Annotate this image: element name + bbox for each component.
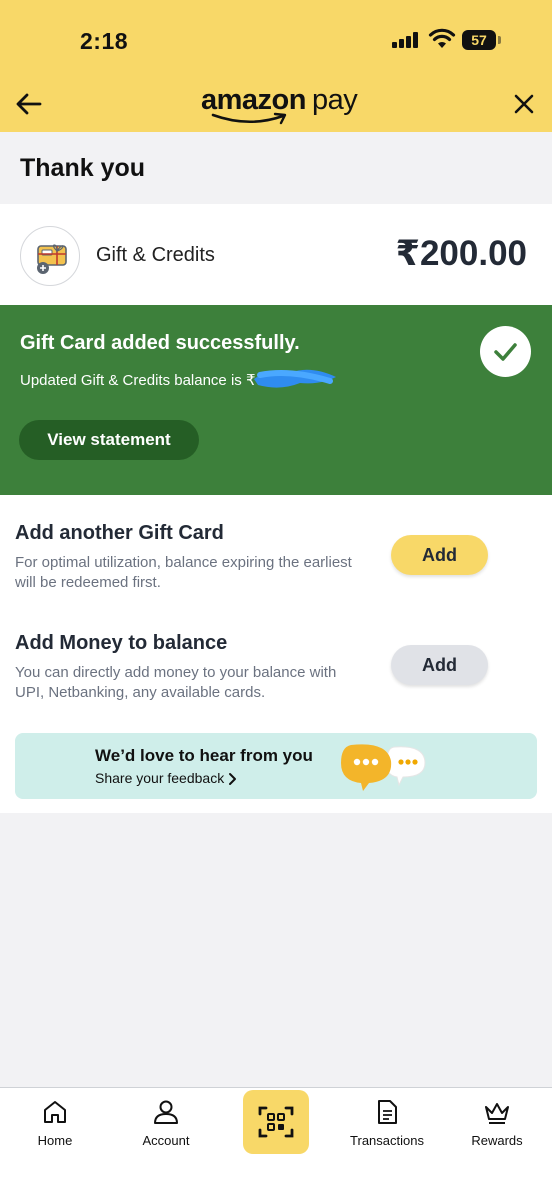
page-title: Thank you [20, 154, 146, 182]
user-icon [154, 1100, 178, 1124]
nav-home[interactable]: Home [0, 1088, 110, 1168]
add-gift-card-button[interactable]: Add [391, 535, 488, 575]
status-bar: 2:18 57 [0, 0, 552, 78]
success-title: Gift Card added successfully. [20, 332, 300, 354]
add-gift-card-description: For optimal utilization, balance expirin… [15, 554, 352, 591]
balance-text: Updated Gift & Credits balance is ₹ [20, 372, 256, 389]
success-banner: Gift Card added successfully. Updated Gi… [0, 305, 552, 495]
nav-home-label: Home [37, 1133, 73, 1148]
chevron-right-icon [229, 773, 236, 785]
battery-icon: 57 [462, 30, 501, 50]
arrow-left-icon [16, 93, 42, 115]
bottom-navigation: Home Account Transactions Rewards [0, 1087, 552, 1200]
close-button[interactable] [506, 86, 542, 122]
add-money-button[interactable]: Add [391, 645, 488, 685]
nav-transactions-label: Transactions [350, 1133, 424, 1148]
home-icon [44, 1101, 66, 1123]
gift-credits-label: Gift & Credits [96, 244, 215, 266]
thank-you-header: Thank you [0, 132, 552, 204]
nav-transactions[interactable]: Transactions [332, 1088, 442, 1168]
feedback-link[interactable]: Share your feedback [95, 770, 224, 786]
scan-qr-button[interactable] [243, 1090, 309, 1154]
logo-word-pay: pay [311, 84, 358, 116]
nav-account-label: Account [142, 1133, 190, 1148]
nav-rewards[interactable]: Rewards [442, 1088, 552, 1168]
add-gift-card-title: Add another Gift Card [15, 522, 224, 544]
smile-arrow-icon [211, 112, 287, 125]
close-icon [514, 94, 534, 114]
nav-rewards-label: Rewards [471, 1133, 523, 1148]
amazon-pay-logo: amazon pay [201, 84, 361, 125]
cellular-signal-icon [392, 32, 420, 48]
feedback-card[interactable]: We’d love to hear from you Share your fe… [15, 733, 537, 799]
gift-card-icon [20, 226, 80, 286]
options-section: Add another Gift Card For optimal utiliz… [0, 495, 552, 813]
chat-bubbles-icon [341, 744, 426, 791]
success-check-icon [480, 326, 531, 377]
wifi-icon [428, 28, 456, 48]
view-statement-button[interactable]: View statement [19, 420, 199, 460]
app-bar: amazon pay [0, 78, 552, 132]
gift-credits-amount: ₹200.00 [395, 234, 527, 273]
redaction-scribble-icon [254, 369, 336, 388]
document-icon [378, 1100, 397, 1124]
feedback-title: We’d love to hear from you [95, 746, 313, 765]
qr-scan-icon [258, 1106, 294, 1138]
add-money-description: You can directly add money to your balan… [15, 664, 337, 701]
status-time: 2:18 [80, 28, 129, 54]
nav-account[interactable]: Account [111, 1088, 221, 1168]
back-button[interactable] [12, 86, 48, 122]
add-money-title: Add Money to balance [15, 632, 228, 654]
gift-credits-row: Gift & Credits ₹200.00 [0, 204, 552, 305]
crown-icon [485, 1103, 509, 1124]
